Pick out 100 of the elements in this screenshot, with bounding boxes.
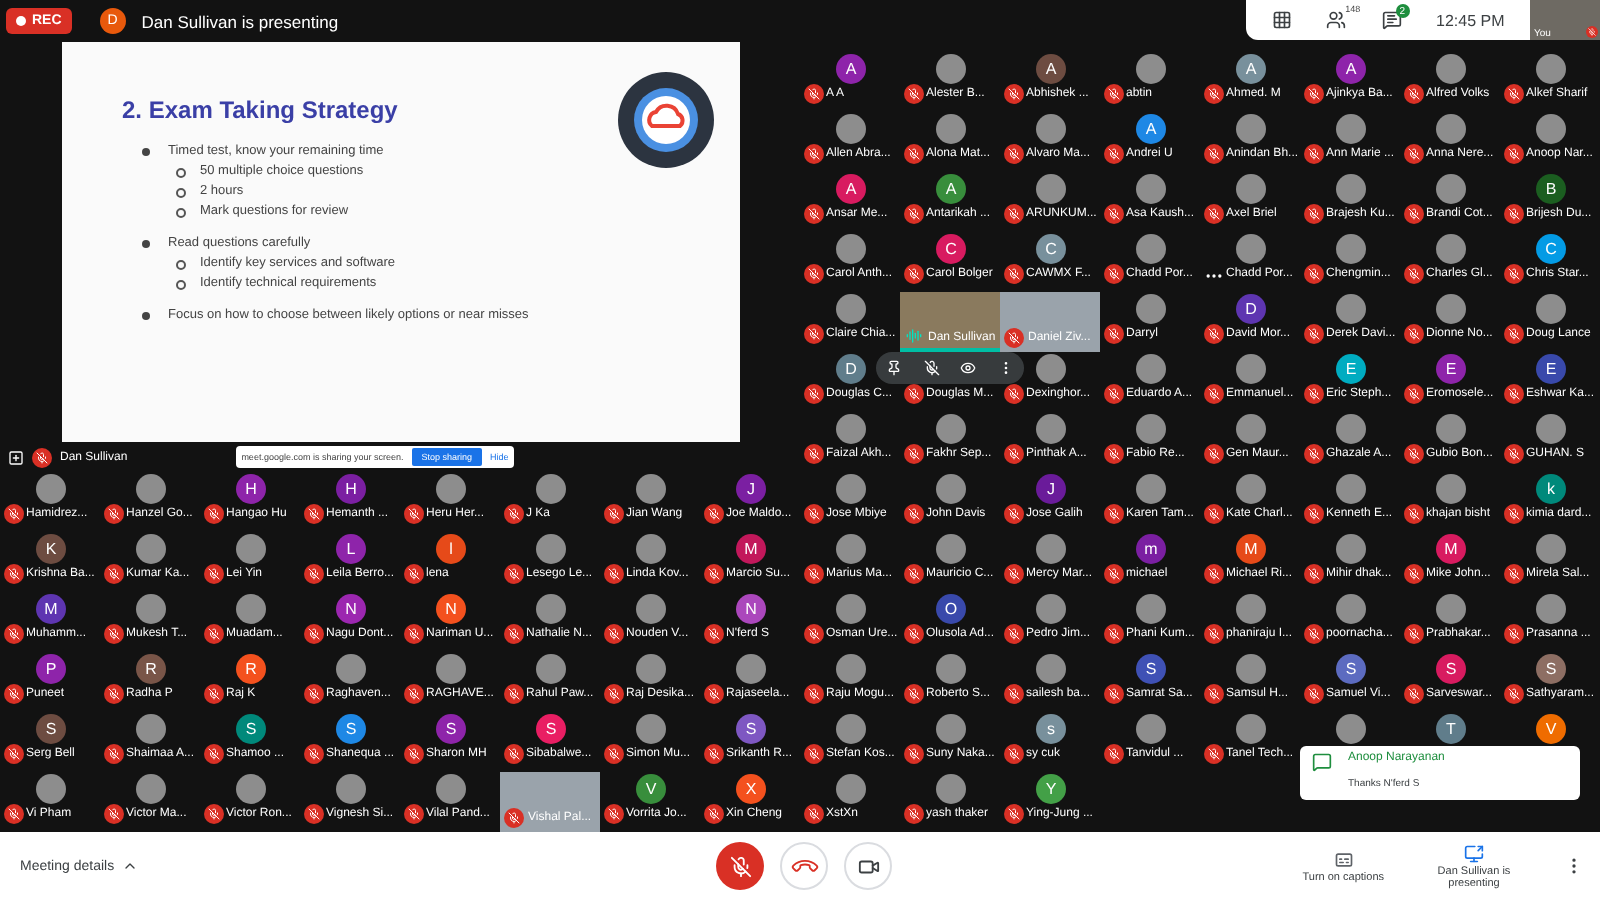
mic-off-icon [804, 744, 824, 764]
mic-off-icon [1104, 504, 1124, 524]
avatar-photo [1036, 114, 1066, 144]
avatar-photo [1036, 654, 1066, 684]
mic-off-icon [304, 804, 324, 824]
avatar-photo [1236, 414, 1266, 444]
avatar-photo [836, 414, 866, 444]
avatar-photo [1236, 654, 1266, 684]
captions-icon [1333, 849, 1354, 869]
mic-off-icon [1204, 84, 1224, 104]
mic-off-icon [604, 804, 624, 824]
mic-off-icon [104, 624, 124, 644]
mic-off-icon [1104, 264, 1124, 284]
mic-off-icon [1404, 264, 1424, 284]
bullet-icon [142, 148, 150, 156]
avatar-photo [136, 714, 166, 744]
mic-off-icon [704, 804, 724, 824]
avatar-photo [1436, 594, 1466, 624]
bullet-icon [176, 207, 186, 217]
avatar-initial: M [1436, 534, 1466, 564]
camera-button[interactable] [844, 842, 892, 890]
mic-off-icon [404, 504, 424, 524]
audio-level-icon [906, 328, 922, 344]
slide-title: 2. Exam Taking Strategy [122, 96, 400, 124]
mic-off-icon [1004, 804, 1024, 824]
avatar-initial: S [1136, 654, 1166, 684]
mic-off-icon [1504, 624, 1524, 644]
avatar-initial: S [1536, 654, 1566, 684]
avatar-photo [936, 414, 966, 444]
chevron-up-icon [122, 858, 139, 874]
avatar-initial: A [936, 174, 966, 204]
mic-off-icon [4, 804, 24, 824]
mic-off-icon [1304, 504, 1324, 524]
avatar-photo [636, 654, 666, 684]
mic-off-icon [1004, 204, 1024, 224]
mic-off-icon[interactable] [923, 360, 940, 376]
avatar-photo [1136, 174, 1166, 204]
mic-off-icon [1586, 26, 1598, 38]
avatar-initial: X [736, 774, 766, 804]
avatar-photo [836, 714, 866, 744]
avatar-photo [1136, 474, 1166, 504]
avatar-initial: N [736, 594, 766, 624]
mic-off-icon [1004, 684, 1024, 704]
mic-off-icon [1204, 444, 1224, 464]
mic-off-icon [304, 624, 324, 644]
avatar-initial: J [736, 474, 766, 504]
avatar-photo [936, 54, 966, 84]
mic-off-icon [804, 144, 824, 164]
mic-off-icon [32, 447, 52, 467]
avatar-photo [536, 654, 566, 684]
avatar-initial: N [336, 594, 366, 624]
avatar-initial: B [1536, 174, 1566, 204]
avatar-initial: T [1436, 714, 1466, 744]
mic-off-icon [1404, 564, 1424, 584]
avatar-photo [936, 774, 966, 804]
avatar-photo [1236, 234, 1266, 264]
avatar-initial: O [936, 594, 966, 624]
eye-icon[interactable] [960, 360, 977, 376]
mic-off-icon [904, 444, 924, 464]
mic-off-icon [1104, 324, 1124, 344]
mic-off-icon [1004, 744, 1024, 764]
avatar-initial: P [36, 654, 66, 684]
mic-off-icon [804, 384, 824, 404]
pin-icon[interactable] [886, 360, 903, 376]
people-icon[interactable] [1326, 10, 1347, 30]
avatar-initial: S [236, 714, 266, 744]
mic-off-icon [1004, 84, 1024, 104]
mic-off-icon [804, 444, 824, 464]
avatar-photo [36, 474, 66, 504]
avatar-photo [1336, 174, 1366, 204]
layout-grid-icon[interactable] [1271, 10, 1292, 30]
present-icon[interactable] [8, 449, 24, 465]
chat-icon[interactable] [1381, 10, 1402, 30]
hang-up-button[interactable] [780, 842, 828, 890]
avatar-photo [836, 654, 866, 684]
avatar-initial: E [1436, 354, 1466, 384]
avatar-photo [1236, 174, 1266, 204]
avatar-photo [636, 594, 666, 624]
microphone-button[interactable] [716, 842, 764, 890]
mic-off-icon [1404, 384, 1424, 404]
avatar-photo [1136, 294, 1166, 324]
avatar-initial: A [1136, 114, 1166, 144]
avatar-photo [1536, 594, 1566, 624]
mic-off-icon [304, 564, 324, 584]
avatar-initial: K [36, 534, 66, 564]
mic-off-icon [1304, 84, 1324, 104]
mic-off-icon [504, 744, 524, 764]
mic-off-icon [404, 564, 424, 584]
avatar-photo [836, 534, 866, 564]
avatar-photo [736, 654, 766, 684]
mic-off-icon [1204, 204, 1224, 224]
avatar-photo [936, 534, 966, 564]
mic-off-icon [4, 624, 24, 644]
mic-off-icon [1304, 264, 1324, 284]
mic-off-icon [1304, 624, 1324, 644]
avatar-initial: S [336, 714, 366, 744]
mic-off-icon [1104, 444, 1124, 464]
avatar-photo [1036, 174, 1066, 204]
avatar-photo [636, 474, 666, 504]
avatar-photo [136, 774, 166, 804]
